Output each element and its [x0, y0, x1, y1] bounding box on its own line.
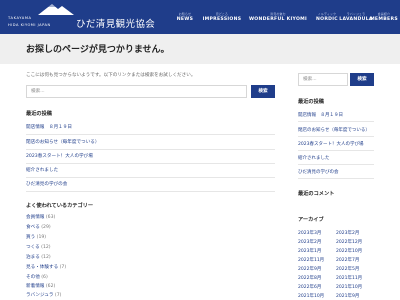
archive-link[interactable]: 2022年9月	[298, 266, 321, 272]
category-link[interactable]: 泊まる (12)	[26, 254, 51, 260]
sidebar-search-button[interactable]: 検索	[350, 73, 374, 86]
not-found-notice: ここには何も見つからないようです。以下のリンクまたは検索をお試しください。	[26, 73, 196, 78]
category-link[interactable]: ラバンジュラ (7)	[26, 292, 61, 298]
nav-members[interactable]: 会員紹介 MEMBERS	[370, 0, 398, 34]
archive-link[interactable]: 2021年10月	[298, 293, 324, 299]
page-title: お探しのページが見つかりません。	[26, 45, 170, 55]
recent-post-link[interactable]: 紹介されました	[26, 167, 58, 173]
recent-posts-heading: 最近の投稿	[26, 111, 52, 117]
divider	[298, 121, 374, 122]
sidebar-search-input[interactable]: 検索...	[298, 73, 348, 86]
archive-link[interactable]: 2023年3月	[298, 230, 321, 236]
archive-link[interactable]: 2021年10月	[336, 284, 362, 290]
divider	[26, 149, 275, 150]
nav-impressions[interactable]: 見どころ IMPRESSIONS	[200, 0, 244, 34]
divider	[298, 164, 374, 165]
category-link[interactable]: 会員情報 (63)	[26, 214, 55, 220]
divider	[298, 150, 374, 151]
sidebar-post-link[interactable]: 開店情報 ８月１９日	[298, 112, 343, 118]
divider	[298, 178, 374, 179]
recent-post-link[interactable]: ひだ清見の学びの会	[26, 181, 67, 187]
search-button[interactable]: 検索	[251, 85, 275, 98]
recent-post-link[interactable]: 開店情報 ８月１９日	[26, 124, 72, 130]
sidebar-post-link[interactable]: ひだ清見の学びの会	[298, 169, 339, 175]
site-logo[interactable]: TAKAYAMA ひだ清見観光協会 HIDA KIYOMI JAPAN	[8, 3, 168, 33]
site-header: TAKAYAMA ひだ清見観光協会 HIDA KIYOMI JAPAN お知らせ…	[0, 0, 400, 34]
archive-link[interactable]: 2021年9月	[336, 293, 359, 299]
sidebar-recent-heading: 最近の投稿	[298, 99, 324, 105]
category-link[interactable]: その他 (6)	[26, 274, 48, 280]
nav-news[interactable]: お知らせ NEWS	[171, 0, 199, 34]
sidebar-comments-heading: 最近のコメント	[298, 191, 335, 197]
archive-link[interactable]: 2022年11月	[298, 257, 324, 263]
mountain-logo-icon	[38, 4, 74, 15]
recent-post-link[interactable]: 2023春スタート！大人の学び場	[26, 153, 93, 159]
sidebar-archive-heading: アーカイブ	[298, 217, 324, 223]
sidebar-post-link[interactable]: 2023春スタート！大人の学び場	[298, 141, 363, 147]
divider	[26, 191, 275, 192]
category-link[interactable]: つくる (12)	[26, 244, 51, 250]
category-link[interactable]: 見る・体験する (7)	[26, 264, 66, 270]
sidebar-post-link[interactable]: 紹介されました	[298, 155, 330, 161]
nav-nordic[interactable]: ノルディック NORDIC	[312, 0, 342, 34]
archive-link[interactable]: 2022年10月	[336, 248, 362, 254]
divider	[26, 134, 275, 135]
divider	[26, 163, 275, 164]
archive-link[interactable]: 2022年5月	[336, 266, 359, 272]
page-title-bar: お探しのページが見つかりません。	[0, 34, 400, 64]
nav-wonderful-kiyomi[interactable]: 清見の魅力 WONDERFUL KIYOMI	[245, 0, 311, 34]
archive-link[interactable]: 2023年1月	[298, 248, 321, 254]
archive-link[interactable]: 2023年2月	[336, 230, 359, 236]
archive-link[interactable]: 2023年2月	[298, 239, 321, 245]
category-link[interactable]: 買う (19)	[26, 234, 46, 240]
divider	[298, 136, 374, 137]
divider	[26, 177, 275, 178]
archive-link[interactable]: 2022年6月	[298, 284, 321, 290]
logo-title: ひだ清見観光協会	[76, 19, 156, 30]
archive-link[interactable]: 2021年11月	[336, 275, 362, 281]
archive-link[interactable]: 2022年12月	[336, 239, 362, 245]
logo-subtitle: TAKAYAMA	[8, 16, 32, 20]
category-link[interactable]: 新着情報 (62)	[26, 283, 55, 289]
archive-link[interactable]: 2022年7月	[336, 257, 359, 263]
archive-link[interactable]: 2022年8月	[298, 275, 321, 281]
logo-english: HIDA KIYOMI JAPAN	[8, 23, 51, 27]
categories-heading: よく使われているカテゴリー	[26, 203, 94, 209]
sidebar-post-link[interactable]: 閉店のお知らせ（毎年度でついる）	[298, 127, 370, 133]
category-link[interactable]: 食べる (29)	[26, 224, 51, 230]
recent-post-link[interactable]: 閉店のお知らせ（毎年度でついる）	[26, 139, 99, 145]
search-input[interactable]: 検索...	[26, 85, 247, 98]
nav-lavandula[interactable]: ラバンジュラ LAVANDULA	[339, 0, 372, 34]
